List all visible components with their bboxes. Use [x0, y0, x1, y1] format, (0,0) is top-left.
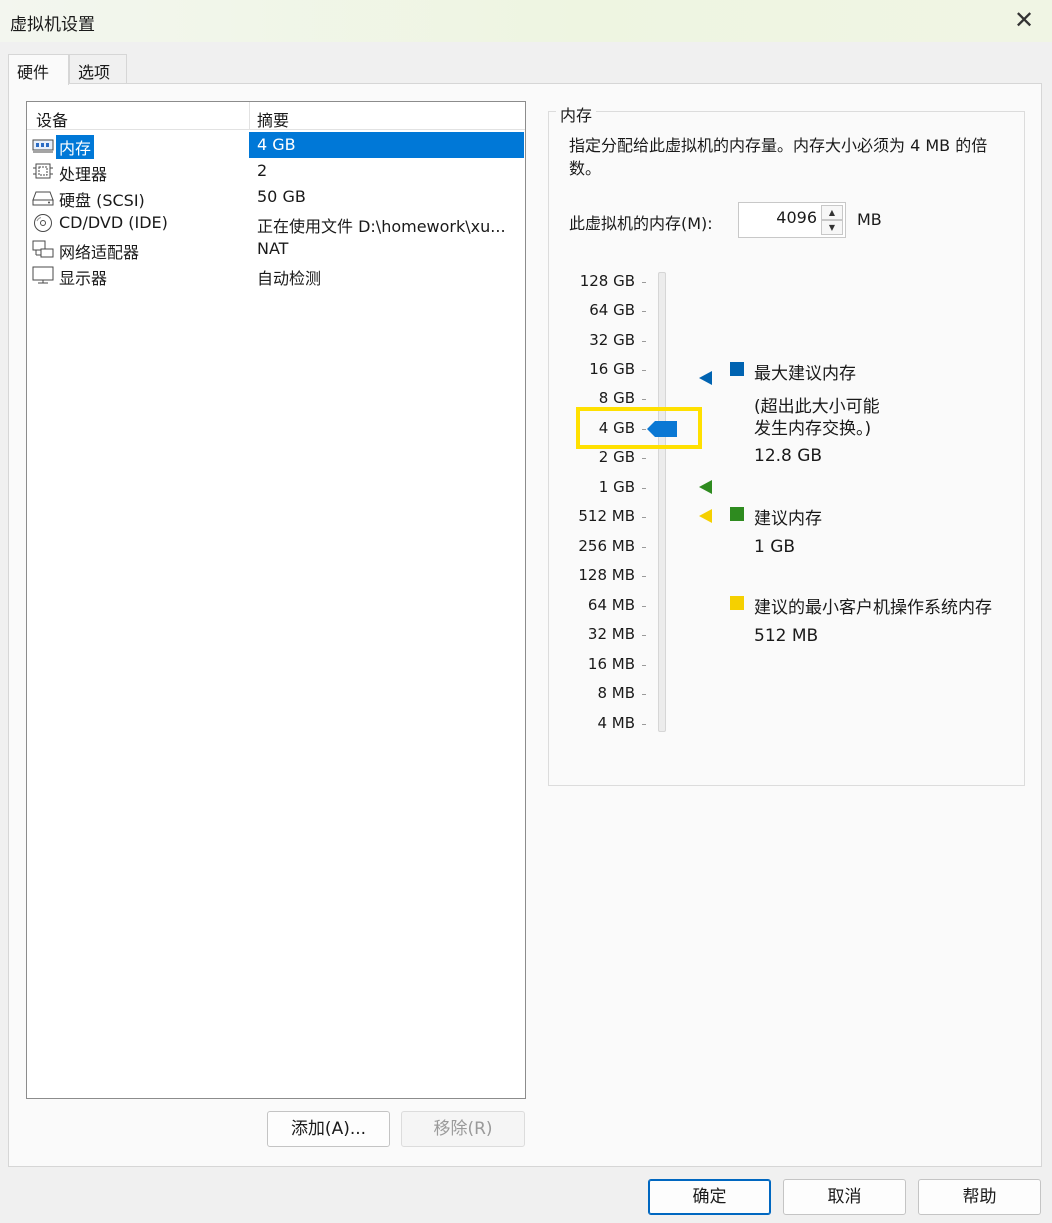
column-separator: [249, 102, 250, 130]
scale-label: 256 MB: [578, 537, 635, 555]
current-setting-highlight: [576, 407, 702, 449]
scale-label: 64 MB: [587, 596, 635, 614]
scale-tick: [642, 694, 646, 695]
device-summary: 4 GB: [257, 135, 296, 154]
device-name: 网络适配器: [59, 243, 140, 262]
scale-label: 2 GB: [598, 448, 635, 466]
device-row-memory[interactable]: 内存 4 GB: [27, 132, 525, 159]
scale-label: 8 MB: [597, 684, 635, 702]
title-bar: 虚拟机设置 ✕: [0, 0, 1052, 42]
tab-hardware[interactable]: 硬件: [8, 54, 69, 85]
tab-options[interactable]: 选项: [69, 54, 127, 84]
max-legend-swatch: [730, 362, 744, 376]
min-legend-label: 建议的最小客户机操作系统内存: [754, 598, 992, 618]
scale-tick: [642, 547, 646, 548]
device-name: CD/DVD (IDE): [59, 213, 168, 232]
processor-icon: [33, 163, 53, 179]
add-button[interactable]: 添加(A)...: [267, 1111, 390, 1147]
memory-group-title: 内存: [556, 102, 597, 126]
scale-tick: [642, 635, 646, 636]
device-summary: 2: [257, 161, 268, 180]
scale-label: 16 GB: [589, 360, 635, 378]
harddisk-icon: [32, 191, 54, 206]
scale-tick: [642, 517, 646, 518]
max-recommended-marker-icon: [699, 371, 712, 385]
scale-label: 16 MB: [587, 655, 635, 673]
cd-dvd-icon: [34, 214, 52, 232]
scale-tick: [642, 341, 646, 342]
display-icon: [32, 266, 54, 284]
scale-label: 64 GB: [589, 301, 635, 319]
min-legend-value: 512 MB: [754, 626, 819, 646]
device-name: 内存: [56, 135, 95, 159]
network-adapter-icon: [32, 240, 54, 258]
scale-tick: [642, 488, 646, 489]
scale-tick: [642, 606, 646, 607]
min-recommended-marker-icon: [699, 509, 712, 523]
scale-label: 32 GB: [589, 331, 635, 349]
device-name: 显示器: [59, 269, 108, 288]
scale-label: 32 MB: [587, 625, 635, 643]
scale-tick: [642, 665, 646, 666]
scale-tick: [642, 724, 646, 725]
device-row-cd-dvd[interactable]: CD/DVD (IDE) 正在使用文件 D:\homework\xu...: [27, 210, 525, 236]
cancel-button[interactable]: 取消: [783, 1179, 906, 1215]
device-name: 硬盘 (SCSI): [59, 191, 145, 210]
stepper-arrows: ▲ ▼: [821, 205, 843, 235]
remove-button[interactable]: 移除(R): [401, 1111, 525, 1147]
device-summary: NAT: [257, 239, 289, 258]
ok-button[interactable]: 确定: [648, 1179, 771, 1215]
scale-tick: [642, 282, 646, 283]
device-row-display[interactable]: 显示器 自动检测: [27, 262, 525, 288]
device-summary: 正在使用文件 D:\homework\xu...: [257, 217, 506, 236]
memory-size-stepper[interactable]: 4096 ▲ ▼: [738, 202, 846, 238]
recommended-legend-value: 1 GB: [754, 537, 796, 557]
decrement-arrow-icon[interactable]: ▼: [821, 220, 843, 235]
memory-slider-thumb[interactable]: [647, 421, 677, 437]
recommended-marker-icon: [699, 480, 712, 494]
scale-label: 8 GB: [598, 389, 635, 407]
scale-tick: [642, 576, 646, 577]
max-legend-value: 12.8 GB: [754, 446, 823, 466]
device-list[interactable]: 设备 摘要 内存 4 GB 处理器 2 硬盘 (SCSI) 50 GB CD/D…: [26, 101, 526, 1099]
scale-tick: [642, 370, 646, 371]
device-row-processor[interactable]: 处理器 2: [27, 158, 525, 184]
scale-tick: [642, 311, 646, 312]
help-button[interactable]: 帮助: [918, 1179, 1041, 1215]
column-header-device[interactable]: 设备: [36, 107, 68, 131]
memory-size-input[interactable]: 4096: [776, 208, 817, 227]
device-row-network[interactable]: 网络适配器 NAT: [27, 236, 525, 262]
device-row-harddisk[interactable]: 硬盘 (SCSI) 50 GB: [27, 184, 525, 210]
device-summary: 50 GB: [257, 187, 306, 206]
increment-arrow-icon[interactable]: ▲: [821, 205, 843, 220]
min-legend-swatch: [730, 596, 744, 610]
scale-label: 1 GB: [598, 478, 635, 496]
scale-label: 128 GB: [579, 272, 635, 290]
scale-tick: [642, 458, 646, 459]
window-title: 虚拟机设置: [10, 15, 95, 35]
max-legend-note: 发生内存交换。): [754, 419, 872, 439]
memory-size-label: 此虚拟机的内存(M):: [569, 214, 713, 233]
scale-label: 4 MB: [597, 714, 635, 732]
memory-unit: MB: [857, 210, 882, 229]
max-legend-label: 最大建议内存: [754, 364, 856, 384]
list-header: 设备 摘要: [27, 102, 525, 130]
memory-icon: [32, 139, 54, 153]
memory-slider-track[interactable]: [658, 272, 666, 732]
device-summary: 自动检测: [257, 269, 322, 288]
scale-label: 128 MB: [578, 566, 635, 584]
recommended-legend-swatch: [730, 507, 744, 521]
recommended-legend-label: 建议内存: [754, 509, 822, 529]
memory-description: 指定分配给此虚拟机的内存量。内存大小必须为 4 MB 的倍数。: [569, 136, 988, 178]
close-button[interactable]: ✕: [1010, 6, 1038, 34]
device-name: 处理器: [59, 165, 108, 184]
scale-tick: [642, 399, 646, 400]
scale-label: 512 MB: [578, 507, 635, 525]
column-header-summary[interactable]: 摘要: [257, 107, 289, 131]
